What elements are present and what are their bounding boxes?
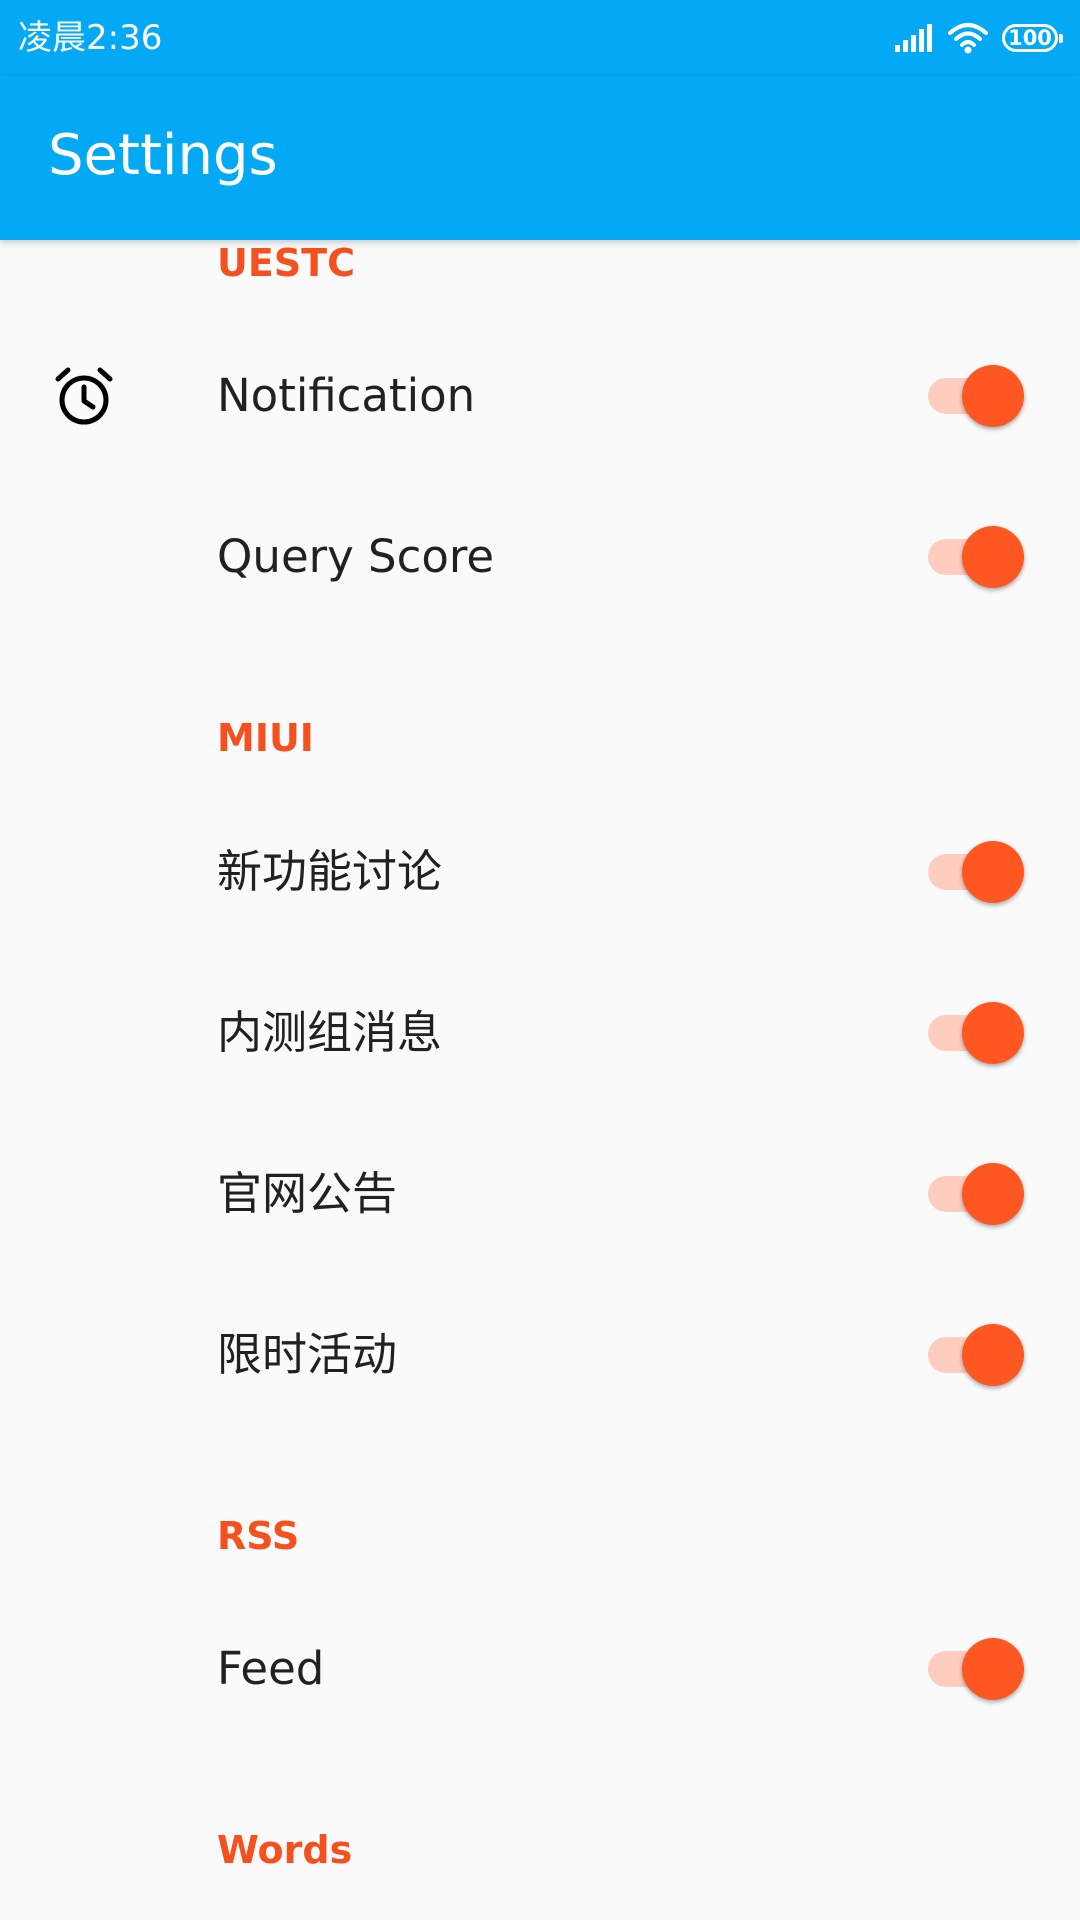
alarm-clock-icon: [55, 367, 113, 424]
switch-thumb: [962, 525, 1024, 588]
setting-label: Feed: [217, 1641, 325, 1695]
official-announcements-toggle[interactable]: [924, 1162, 1024, 1225]
setting-row-feed[interactable]: Feed: [0, 1588, 1080, 1749]
setting-row-beta-group[interactable]: 内测组消息: [0, 952, 1080, 1113]
switch-thumb: [962, 1323, 1024, 1386]
notification-toggle[interactable]: [924, 364, 1024, 427]
signal-icon: [895, 24, 932, 52]
switch-thumb: [962, 364, 1024, 427]
battery-level: 100: [1008, 26, 1052, 50]
feed-toggle[interactable]: [924, 1637, 1024, 1700]
section-header-words: Words: [217, 1828, 353, 1872]
section-header-miui: MIUI: [217, 716, 314, 760]
wifi-icon: [948, 23, 988, 54]
status-bar: 凌晨2:36 100: [0, 0, 1080, 76]
status-time: 凌晨2:36: [18, 18, 163, 58]
switch-thumb: [962, 840, 1024, 903]
new-features-toggle[interactable]: [924, 840, 1024, 903]
setting-row-notification[interactable]: Notification: [0, 315, 1080, 476]
setting-row-limited-events[interactable]: 限时活动: [0, 1274, 1080, 1435]
beta-group-toggle[interactable]: [924, 1001, 1024, 1064]
setting-row-query-score[interactable]: Query Score: [0, 476, 1080, 637]
limited-events-toggle[interactable]: [924, 1323, 1024, 1386]
page-title: Settings: [48, 123, 278, 188]
setting-label: 新功能讨论: [217, 844, 443, 898]
setting-label: 限时活动: [217, 1327, 398, 1381]
setting-label: 官网公告: [217, 1166, 398, 1220]
setting-row-official-announcements[interactable]: 官网公告: [0, 1113, 1080, 1274]
section-header-rss: RSS: [217, 1514, 300, 1558]
switch-thumb: [962, 1637, 1024, 1700]
switch-thumb: [962, 1001, 1024, 1064]
battery-icon: 100: [1002, 24, 1063, 52]
setting-label: Query Score: [217, 529, 495, 583]
status-icons: 100: [894, 18, 1064, 58]
setting-label: 内测组消息: [217, 1005, 443, 1059]
setting-row-new-features[interactable]: 新功能讨论: [0, 791, 1080, 952]
setting-label: Notification: [217, 368, 476, 422]
section-header-uestc: UESTC: [217, 241, 355, 285]
settings-list[interactable]: UESTC Notification Query Score MIUI 新功能讨…: [0, 240, 1080, 1920]
switch-thumb: [962, 1162, 1024, 1225]
app-bar: Settings: [0, 76, 1080, 240]
query-score-toggle[interactable]: [924, 525, 1024, 588]
